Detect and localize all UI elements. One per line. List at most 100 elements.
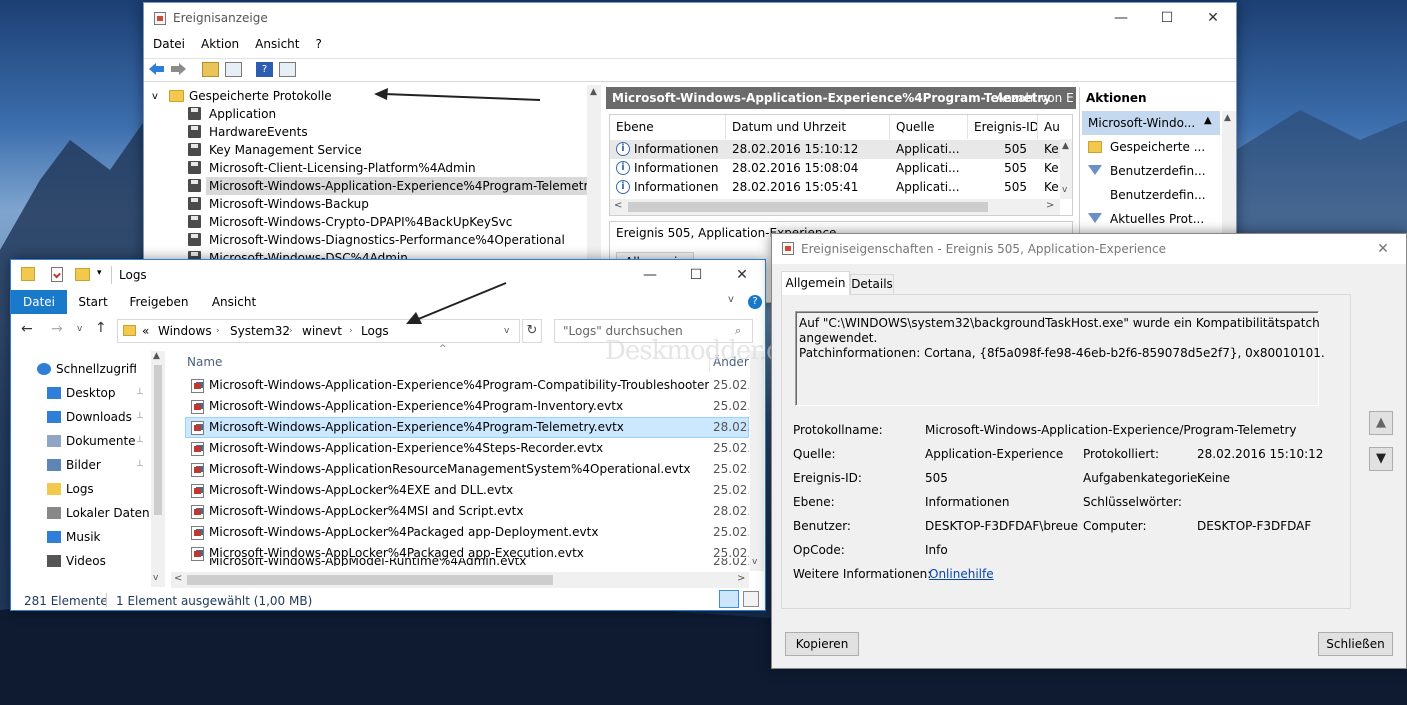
tree-item[interactable]: Application	[206, 105, 279, 123]
large-icons-view-icon[interactable]	[743, 591, 759, 607]
files-hscrollbar[interactable]: < >	[171, 572, 749, 588]
console-tree-icon[interactable]	[225, 62, 242, 77]
breadcrumb-windows[interactable]: Windows	[158, 320, 212, 342]
nav-item[interactable]: Musik	[66, 526, 146, 548]
customize-toolbar-icon[interactable]: ▾	[97, 268, 102, 278]
actions-section[interactable]: Microsoft-Windo... ▲	[1082, 111, 1220, 135]
explorer-maximize-button[interactable]: ☐	[673, 260, 719, 290]
tree-collapse-chevron[interactable]: v	[152, 88, 158, 106]
dialog-tab-details[interactable]: Details	[850, 274, 894, 295]
file-name: Microsoft-Windows-ApplicationResourceMan…	[209, 462, 691, 476]
refresh-button[interactable]: ↻	[522, 319, 542, 343]
dialog-close-text-button[interactable]: Schließen	[1318, 632, 1393, 656]
nav-item[interactable]: Logs	[66, 478, 146, 500]
breadcrumb-logs[interactable]: Logs	[361, 320, 389, 342]
action-item[interactable]: Aktuelles Prot...	[1110, 207, 1220, 231]
menu-ansicht[interactable]: Ansicht	[247, 33, 307, 55]
tree-item[interactable]: Microsoft-Client-Licensing-Platform%4Adm…	[206, 159, 479, 177]
status-selection: 1 Element ausgewählt (1,00 MB)	[116, 594, 313, 608]
nav-item[interactable]: Bilder	[66, 454, 146, 476]
tab-freigeben[interactable]: Freigeben	[123, 290, 195, 314]
help-circle-icon[interactable]: ?	[748, 295, 762, 309]
file-row-partial[interactable]: Microsoft-Windows-AppModel-Runtime%4Admi…	[185, 558, 749, 566]
tree-root-label[interactable]: Gespeicherte Protokolle	[189, 87, 332, 105]
back-arrow-icon[interactable]	[148, 62, 165, 77]
event-cell-level: Informationen	[634, 180, 719, 194]
info-icon: i	[616, 142, 630, 156]
col-ebene[interactable]: Ebene	[610, 115, 726, 139]
close-button[interactable]: ✕	[1190, 3, 1236, 33]
open-folder-icon[interactable]	[202, 62, 219, 77]
col-datum[interactable]: Datum und Uhrzeit	[726, 115, 890, 139]
menu-aktion[interactable]: Aktion	[193, 33, 247, 55]
next-event-button[interactable]: ▼	[1369, 447, 1393, 471]
nav-scrollbar[interactable]: ▲ v	[151, 351, 165, 587]
status-item-count: 281 Elemente	[24, 594, 108, 608]
dialog-close-button[interactable]: ✕	[1360, 234, 1406, 264]
tree-item[interactable]: Microsoft-Windows-Crypto-DPAPI%4BackUpKe…	[206, 213, 515, 231]
nav-item[interactable]: Desktop	[66, 382, 146, 404]
nav-item[interactable]: Lokaler Datenträ	[66, 502, 150, 524]
action-item[interactable]: Benutzerdefin...	[1110, 159, 1220, 183]
action-item[interactable]: Gespeicherte ...	[1110, 135, 1220, 159]
grid-hscrollbar[interactable]: < >	[610, 199, 1060, 215]
new-folder-icon[interactable]	[75, 268, 90, 281]
log-header-count: Anzahl von E	[996, 91, 1074, 105]
file-name: Microsoft-Windows-Application-Experience…	[209, 399, 624, 413]
tab-datei[interactable]: Datei	[11, 290, 67, 314]
pin-icon[interactable]: ⊥	[136, 411, 144, 421]
ribbon-expand-chevron-icon[interactable]: v	[728, 294, 734, 305]
evtx-file-icon	[191, 442, 204, 456]
more-info-link[interactable]: Onlinehilfe	[929, 567, 994, 581]
action-item[interactable]: Benutzerdefin...	[1110, 183, 1220, 207]
nav-item[interactable]: Downloads	[66, 406, 146, 428]
collapse-up-icon[interactable]: ▲	[1204, 115, 1212, 126]
properties-icon[interactable]	[51, 267, 63, 282]
breadcrumb-system32[interactable]: System32	[230, 320, 290, 342]
explorer-minimize-button[interactable]: —	[627, 260, 673, 290]
column-name[interactable]: Name	[187, 355, 222, 369]
address-folder-icon	[123, 325, 136, 336]
pin-icon[interactable]: ⊥	[136, 459, 144, 469]
col-aufgabe[interactable]: Au	[1038, 115, 1072, 139]
files-vscrollbar[interactable]: v	[750, 351, 764, 571]
up-button[interactable]: ↑	[95, 320, 107, 336]
tree-item-selected[interactable]: Microsoft-Windows-Application-Experience…	[206, 177, 599, 195]
file-name: Microsoft-Windows-AppLocker%4MSI and Scr…	[209, 504, 524, 518]
file-name: Microsoft-Windows-Application-Experience…	[209, 441, 604, 455]
breadcrumb-overflow[interactable]: «	[142, 320, 149, 342]
tree-item[interactable]: Key Management Service	[206, 141, 365, 159]
breadcrumb-winevt[interactable]: winevt	[302, 320, 342, 342]
pin-icon[interactable]: ⊥	[136, 435, 144, 445]
explorer-close-button[interactable]: ✕	[719, 260, 765, 290]
forward-button[interactable]: →	[51, 321, 63, 337]
help-icon[interactable]: ?	[256, 62, 273, 77]
minimize-button[interactable]: —	[1098, 3, 1144, 33]
action-pane-icon[interactable]	[279, 62, 296, 77]
forward-arrow-icon[interactable]	[170, 62, 187, 77]
tab-start[interactable]: Start	[71, 290, 115, 314]
tab-ansicht[interactable]: Ansicht	[203, 290, 265, 314]
tree-item[interactable]: HardwareEvents	[206, 123, 311, 141]
nav-item[interactable]: Videos	[66, 550, 146, 572]
copy-button[interactable]: Kopieren	[785, 632, 859, 656]
explorer-title: Logs	[119, 268, 147, 282]
maximize-button[interactable]: ☐	[1144, 3, 1190, 33]
nav-item[interactable]: Schnellzugriff	[56, 358, 136, 380]
nav-item[interactable]: Dokumente	[66, 430, 146, 452]
dialog-tab-allgemein[interactable]: Allgemein	[781, 271, 850, 295]
recent-locations-icon[interactable]: v	[77, 324, 82, 334]
grid-vscrollbar[interactable]: ▲ v	[1060, 139, 1072, 199]
col-quelle[interactable]: Quelle	[890, 115, 968, 139]
back-button[interactable]: ←	[21, 321, 33, 337]
menu-datei[interactable]: Datei	[144, 33, 193, 55]
tree-item[interactable]: Microsoft-Windows-Diagnostics-Performanc…	[206, 231, 568, 249]
tree-item[interactable]: Microsoft-Windows-Backup	[206, 195, 372, 213]
menu-help[interactable]: ?	[307, 33, 329, 55]
dialog-tab-panel: Auf "C:\WINDOWS\system32\backgroundTaskH…	[781, 294, 1351, 609]
pin-icon[interactable]: ⊥	[136, 387, 144, 397]
col-ereignis-id[interactable]: Ereignis-ID	[968, 115, 1038, 139]
filter-icon	[1088, 165, 1102, 175]
details-view-icon[interactable]	[719, 590, 739, 608]
previous-event-button[interactable]: ▲	[1369, 411, 1393, 435]
